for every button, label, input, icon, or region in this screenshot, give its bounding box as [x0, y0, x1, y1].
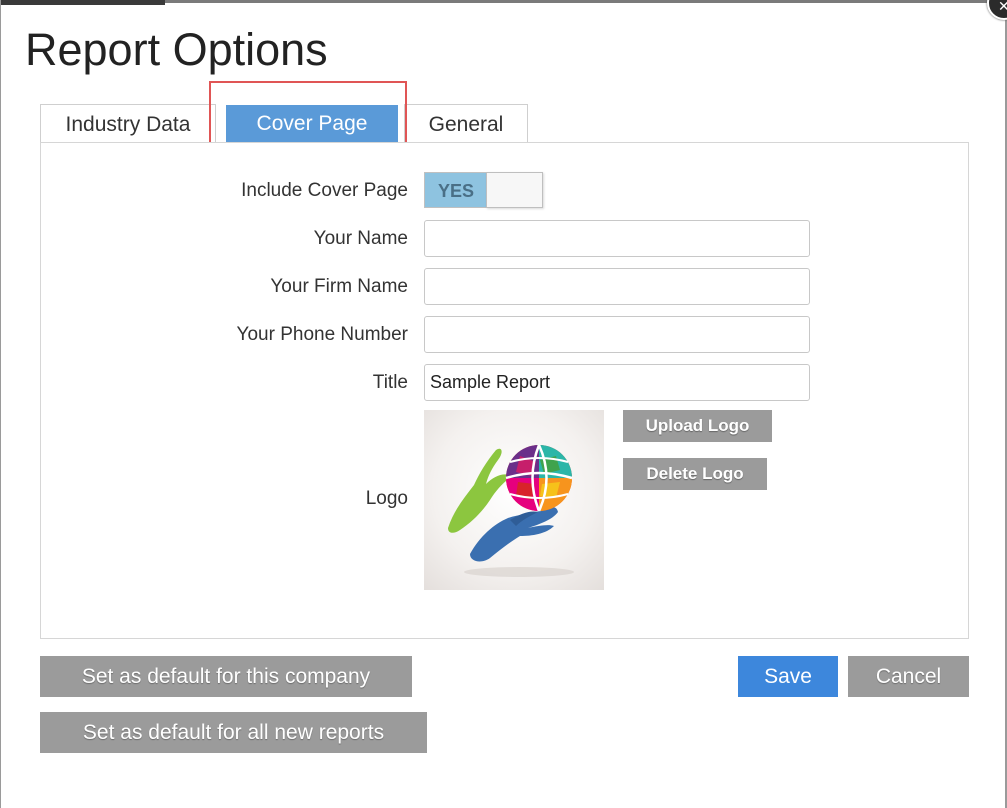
delete-logo-button[interactable]: Delete Logo	[623, 458, 767, 490]
toggle-yes-label: YES	[425, 173, 487, 207]
cancel-button[interactable]: Cancel	[848, 656, 969, 697]
your-phone-number-input[interactable]	[424, 316, 810, 353]
logo-label: Logo	[365, 488, 408, 509]
title-input[interactable]	[424, 364, 810, 401]
set-default-company-button[interactable]: Set as default for this company	[40, 656, 412, 697]
window-left-border	[0, 0, 1, 808]
dialog-title: Report Options	[25, 24, 328, 75]
your-firm-name-label: Your Firm Name	[270, 276, 408, 297]
close-icon: ✕	[998, 0, 1007, 15]
close-button[interactable]: ✕	[987, 0, 1007, 20]
logo-graphic	[448, 444, 574, 577]
your-name-label: Your Name	[313, 228, 408, 249]
title-label: Title	[372, 372, 408, 393]
logo-image	[424, 410, 604, 590]
include-cover-page-toggle[interactable]: YES	[424, 172, 543, 208]
set-default-all-reports-button[interactable]: Set as default for all new reports	[40, 712, 427, 753]
tab-industry-data[interactable]: Industry Data	[40, 104, 216, 142]
toggle-knob[interactable]	[486, 172, 543, 208]
save-button[interactable]: Save	[738, 656, 838, 697]
include-cover-page-label: Include Cover Page	[241, 180, 408, 201]
your-firm-name-input[interactable]	[424, 268, 810, 305]
tab-general[interactable]: General	[404, 104, 528, 142]
upload-logo-button[interactable]: Upload Logo	[623, 410, 772, 442]
your-phone-number-label: Your Phone Number	[236, 324, 408, 345]
your-name-input[interactable]	[424, 220, 810, 257]
window-top-border-dark	[0, 0, 165, 5]
